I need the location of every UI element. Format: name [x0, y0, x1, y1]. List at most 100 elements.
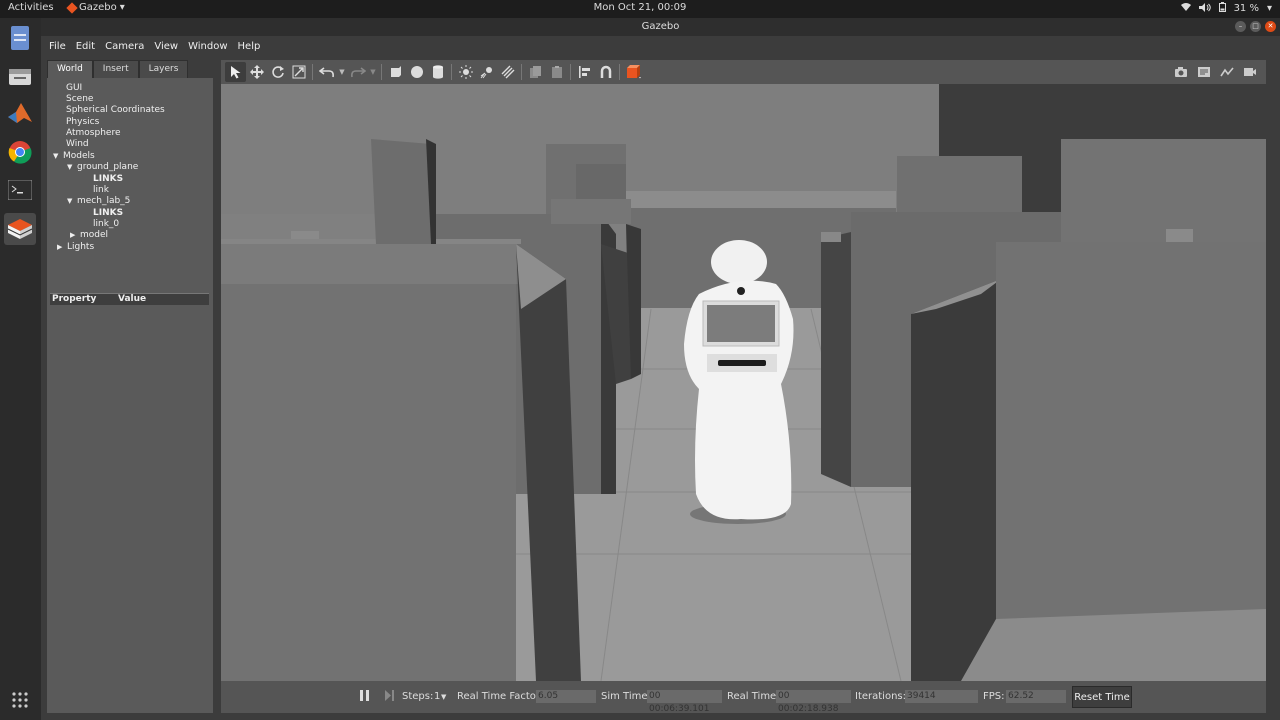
toolbar-right-group [1170, 62, 1260, 82]
reset-time-button[interactable]: Reset Time [1072, 686, 1132, 708]
menu-edit[interactable]: Edit [76, 41, 95, 52]
menu-camera[interactable]: Camera [105, 41, 144, 52]
chevron-down-icon[interactable]: ▼ [441, 693, 446, 701]
tab-layers[interactable]: Layers [138, 60, 189, 78]
tree-item-link-0[interactable]: link_0 [93, 219, 119, 230]
toolbar-separator [312, 64, 313, 80]
matlab-icon[interactable] [4, 98, 36, 130]
menu-file[interactable]: File [49, 41, 66, 52]
tree-item-mech-lab-5[interactable]: ▼ mech_lab_5 [67, 196, 130, 207]
toolbar-separator [451, 64, 452, 80]
rotate-icon[interactable] [267, 62, 288, 82]
scale-icon[interactable] [288, 62, 309, 82]
maximize-button[interactable]: □ [1250, 21, 1261, 32]
cylinder-icon[interactable] [427, 62, 448, 82]
system-tray[interactable]: 31 % ▾ [1180, 2, 1272, 15]
expand-down-icon[interactable]: ▼ [67, 196, 77, 207]
menu-bar: File Edit Camera View Window Help [41, 36, 1280, 56]
minimize-button[interactable]: – [1235, 21, 1246, 32]
point-light-icon[interactable] [455, 62, 476, 82]
dock [0, 18, 41, 720]
tree-item-spherical-coordinates[interactable]: Spherical Coordinates [66, 105, 165, 116]
steps-value[interactable]: 1 [434, 691, 440, 702]
log-icon[interactable] [1193, 62, 1214, 82]
copy-icon[interactable] [525, 62, 546, 82]
panel-tabs: World Insert Layers [47, 60, 213, 78]
window-title: Gazebo [641, 21, 680, 32]
tree-item-link[interactable]: link [93, 185, 109, 196]
battery-icon [1218, 2, 1226, 15]
toolbar-separator [570, 64, 571, 80]
snap-icon[interactable] [595, 62, 616, 82]
close-button[interactable]: ✕ [1265, 21, 1276, 32]
box-icon[interactable] [385, 62, 406, 82]
plot-icon[interactable] [1216, 62, 1237, 82]
undo-icon[interactable] [316, 62, 337, 82]
sphere-icon[interactable] [406, 62, 427, 82]
terminal-icon[interactable] [4, 174, 36, 206]
show-applications-icon[interactable] [4, 684, 36, 716]
menu-view[interactable]: View [154, 41, 178, 52]
expand-down-icon[interactable]: ▼ [53, 151, 63, 162]
property-column-header: Property [52, 294, 97, 304]
select-arrow-icon[interactable] [225, 62, 246, 82]
tree-item-scene[interactable]: Scene [66, 94, 93, 105]
expand-down-icon[interactable]: ▼ [67, 162, 77, 173]
tree-item-ground-plane[interactable]: ▼ ground_plane [67, 162, 138, 173]
clock[interactable]: Mon Oct 21, 00:09 [0, 2, 1280, 13]
video-record-icon[interactable] [1239, 62, 1260, 82]
property-table-header: Property Value [50, 293, 209, 305]
gazebo-icon[interactable] [4, 213, 36, 245]
pause-icon[interactable] [359, 689, 370, 705]
activities-button[interactable]: Activities [8, 2, 54, 13]
files-icon[interactable] [4, 22, 36, 54]
real-time-field: 00 00:02:18.938 [776, 690, 851, 714]
3d-viewport[interactable] [221, 84, 1266, 681]
redo-icon[interactable] [347, 62, 368, 82]
tree-item-links-header: LINKS [93, 174, 124, 184]
tab-world[interactable]: World [47, 60, 93, 78]
tree-item-label: ground_plane [77, 162, 139, 172]
real-time-factor-label: Real Time Factor: [457, 691, 544, 702]
tree-item-model[interactable]: ▶ model [70, 230, 108, 241]
toolbar: ▼ ▼ [221, 60, 1266, 84]
tree-item-models[interactable]: ▼ Models [53, 151, 95, 162]
window-title-bar[interactable]: Gazebo – □ ✕ [41, 18, 1280, 36]
menu-window[interactable]: Window [188, 41, 227, 52]
screenshot-icon[interactable] [1170, 62, 1191, 82]
scene-render [221, 84, 1266, 681]
tree-item-label: mech_lab_5 [77, 196, 131, 206]
iterations-label: Iterations: [855, 691, 906, 702]
chevron-down-icon: ▾ [119, 2, 125, 13]
app-menu[interactable]: Gazebo ▾ [66, 1, 125, 14]
tree-item-gui[interactable]: GUI [66, 83, 82, 94]
directional-light-icon[interactable] [497, 62, 518, 82]
translate-icon[interactable] [246, 62, 267, 82]
tree-item-atmosphere[interactable]: Atmosphere [66, 128, 120, 139]
menu-help[interactable]: Help [238, 41, 261, 52]
chevron-down-icon: ▾ [1266, 3, 1272, 14]
world-tree: GUI Scene Spherical Coordinates Physics … [47, 80, 213, 280]
sim-time-field: 00 00:06:39.101 [647, 690, 722, 714]
tree-item-lights[interactable]: ▶ Lights [57, 242, 94, 253]
paste-icon[interactable] [546, 62, 567, 82]
iterations-field: 39414 [905, 690, 978, 703]
spot-light-icon[interactable] [476, 62, 497, 82]
fps-label: FPS: [983, 691, 1005, 702]
tab-insert[interactable]: Insert [92, 60, 139, 78]
expand-right-icon[interactable]: ▶ [70, 230, 80, 241]
tree-item-links-header: LINKS [93, 208, 124, 218]
tree-item-wind[interactable]: Wind [66, 139, 89, 150]
tree-item-physics[interactable]: Physics [66, 117, 99, 128]
wifi-icon [1180, 2, 1191, 15]
align-icon[interactable] [574, 62, 595, 82]
step-forward-icon[interactable] [384, 689, 395, 705]
expand-right-icon[interactable]: ▶ [57, 242, 67, 253]
change-view-icon[interactable] [623, 62, 644, 82]
chevron-down-icon[interactable]: ▼ [337, 62, 347, 82]
tree-item-label: Lights [67, 242, 95, 252]
chevron-down-icon[interactable]: ▼ [368, 62, 378, 82]
chrome-icon[interactable] [4, 136, 36, 168]
toolbar-separator [521, 64, 522, 80]
software-icon[interactable] [4, 60, 36, 92]
